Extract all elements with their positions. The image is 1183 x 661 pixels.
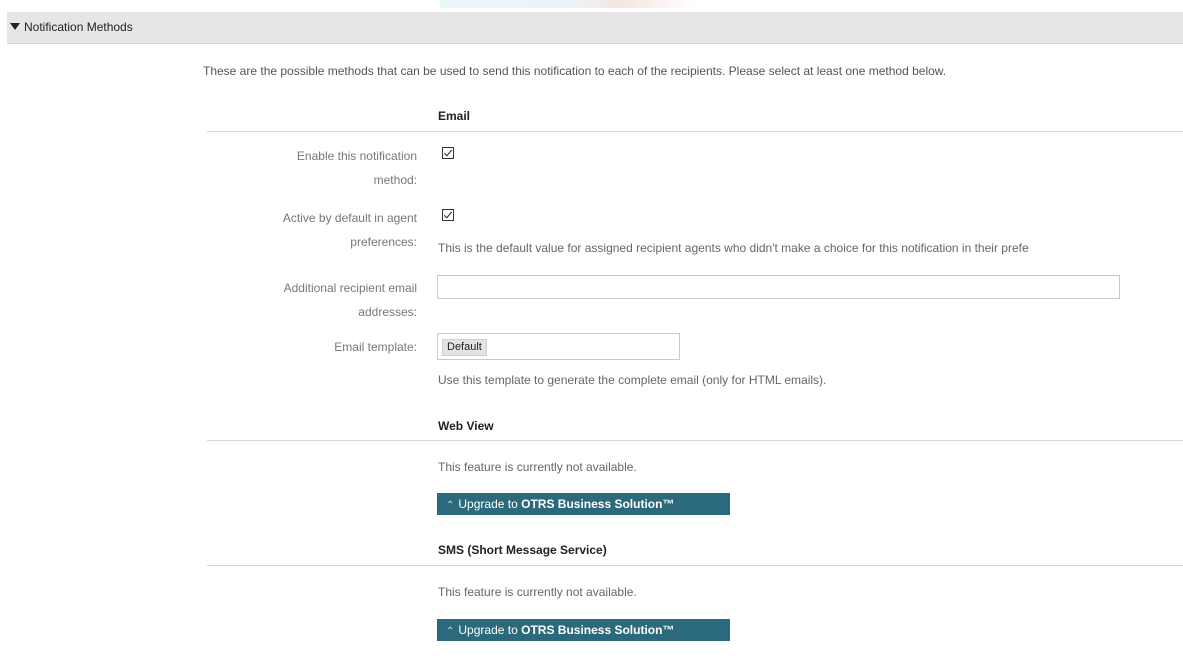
divider <box>207 565 1183 566</box>
active-default-checkbox[interactable] <box>442 209 454 221</box>
checkbox-checked-icon <box>443 209 453 219</box>
enable-method-checkbox[interactable] <box>442 147 454 159</box>
divider <box>207 131 1183 132</box>
email-template-select[interactable]: Default <box>437 333 680 360</box>
upgrade-prefix: Upgrade to <box>458 497 522 511</box>
label-line: method: <box>373 173 417 187</box>
top-glow <box>440 0 700 8</box>
upgrade-prefix: Upgrade to <box>458 623 522 637</box>
intro-text: These are the possible methods that can … <box>203 64 947 78</box>
label-line: Active by default in agent <box>282 211 417 225</box>
checkbox-checked-icon <box>443 147 453 157</box>
email-template-hint: Use this template to generate the comple… <box>438 373 827 387</box>
top-strip <box>0 0 1183 12</box>
email-template-label: Email template: <box>334 340 417 354</box>
selected-template-token[interactable]: Default <box>442 339 487 356</box>
label-line: addresses: <box>358 305 417 319</box>
widget-title: Notification Methods <box>24 20 133 34</box>
enable-method-label: Enable this notification method: <box>207 144 417 192</box>
label-line: Enable this notification <box>296 149 417 163</box>
sms-upgrade-button[interactable]: ⌃ Upgrade to OTRS Business Solution™ <box>437 619 730 641</box>
section-title-sms: SMS (Short Message Service) <box>438 543 607 557</box>
active-default-hint: This is the default value for assigned r… <box>438 241 1029 255</box>
additional-recipients-input[interactable] <box>437 275 1120 299</box>
section-title-email: Email <box>438 109 471 123</box>
label-line: preferences: <box>350 235 417 249</box>
widget-header-notification-methods[interactable]: Notification Methods <box>7 12 1183 44</box>
section-title-web-view: Web View <box>438 419 494 433</box>
web-view-not-available: This feature is currently not available. <box>438 460 637 474</box>
double-chevron-up-icon: ⌃ <box>446 500 455 511</box>
web-view-upgrade-button[interactable]: ⌃ Upgrade to OTRS Business Solution™ <box>437 493 730 515</box>
upgrade-product: OTRS Business Solution™ <box>521 623 675 637</box>
active-default-label: Active by default in agent preferences: <box>207 206 417 254</box>
double-chevron-up-icon: ⌃ <box>446 626 455 637</box>
divider <box>207 440 1183 441</box>
triangle-down-icon[interactable] <box>10 23 20 30</box>
additional-recipients-label: Additional recipient email addresses: <box>207 276 417 324</box>
sms-not-available: This feature is currently not available. <box>438 585 637 599</box>
upgrade-product: OTRS Business Solution™ <box>521 497 675 511</box>
label-line: Additional recipient email <box>283 281 417 295</box>
